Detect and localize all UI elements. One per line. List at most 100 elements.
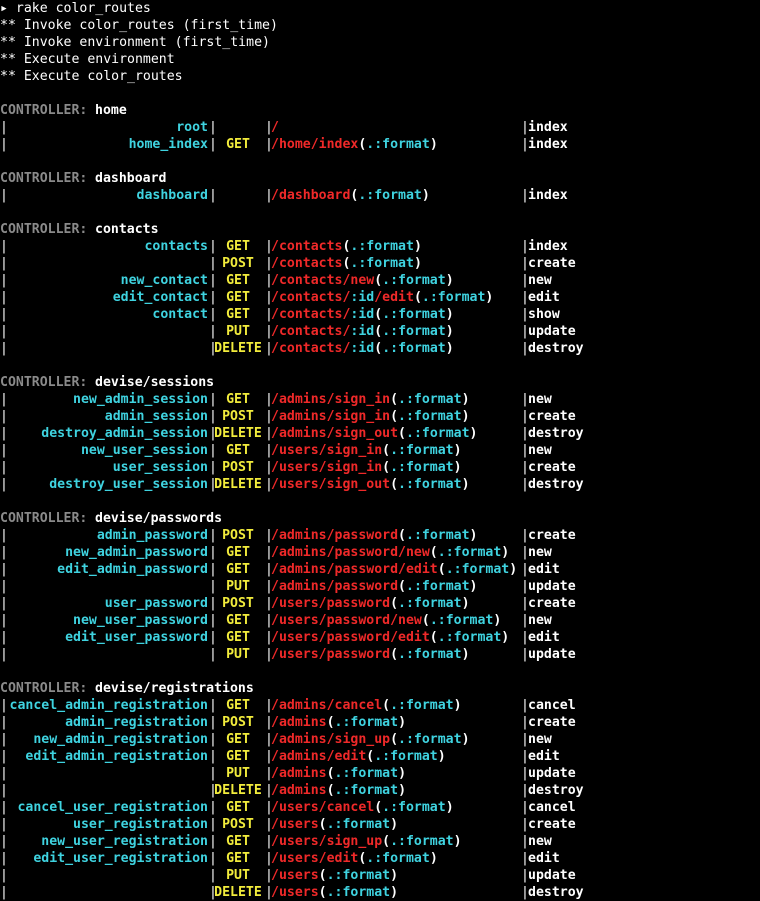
http-verb: GET — [226, 732, 250, 747]
path-segment: :id — [350, 324, 375, 339]
route-path: /contacts/:id/edit(.:format) — [271, 289, 493, 306]
route-action: cancel — [528, 698, 576, 713]
path-segment: .:format — [382, 341, 446, 356]
column-separator: | — [0, 834, 8, 849]
path-segment: ( — [326, 715, 335, 730]
http-verb: POST — [222, 256, 254, 271]
output-line: ** Invoke color_routes (first_time) — [0, 17, 760, 34]
http-verb: POST — [222, 817, 254, 832]
controller-heading: CONTROLLER: devise/registrations — [0, 680, 760, 697]
path-segment: ) — [445, 800, 454, 815]
route-path: /admins(.:format) — [271, 782, 406, 799]
route-row: | admin_session | POST |/admins/sign_in(.:fo… — [0, 408, 760, 425]
route-action: update — [528, 647, 576, 662]
route-action: create — [528, 715, 576, 730]
route-action: new — [528, 392, 552, 407]
route-action: create — [528, 409, 576, 424]
route-name: contact — [152, 307, 208, 322]
column-separator: | — [0, 443, 8, 458]
route-action: new — [528, 613, 552, 628]
path-segment: /users/edit — [271, 851, 359, 866]
http-verb: GET — [226, 834, 250, 849]
path-segment: :id — [350, 307, 375, 322]
route-path: /users/cancel(.:format) — [271, 799, 454, 816]
route-row: | admin_registration | POST |/admins(.:forma… — [0, 714, 760, 731]
path-segment: /contacts — [271, 256, 343, 271]
route-row: | edit_contact | GET |/contacts/:id/edit(.:f… — [0, 289, 760, 306]
http-verb: POST — [222, 715, 254, 730]
path-segment: /home/index — [271, 137, 359, 152]
path-segment: /users — [271, 885, 319, 900]
column-separator: | — [0, 783, 8, 798]
controller-label: CONTROLLER: — [0, 103, 88, 118]
route-path: /contacts/:id(.:format) — [271, 323, 454, 340]
path-segment: ) — [469, 579, 478, 594]
route-action: update — [528, 579, 576, 594]
path-segment: ( — [398, 579, 406, 594]
controller-heading: CONTROLLER: contacts — [0, 221, 760, 238]
column-separator: | — [0, 460, 8, 475]
route-path: /admins/sign_up(.:format) — [271, 731, 470, 748]
route-name: admin_password — [96, 528, 208, 543]
path-segment: ) — [509, 562, 518, 577]
column-separator: | — [0, 392, 8, 407]
path-segment: .:format — [326, 885, 391, 900]
path-segment: .:format — [398, 732, 462, 747]
path-segment: ) — [445, 341, 454, 356]
path-segment: /users/password — [271, 596, 391, 611]
path-segment: ( — [318, 817, 327, 832]
route-row: | new_user_session | GET |/users/sign_in(.:f… — [0, 442, 760, 459]
path-segment: /contacts — [271, 239, 343, 254]
route-row: | destroy_user_session | DELETE |/users/sign… — [0, 476, 760, 493]
route-row: | new_admin_password | GET |/admins/password… — [0, 544, 760, 561]
path-segment: /admins/edit — [271, 749, 367, 764]
route-action: show — [528, 307, 560, 322]
path-segment: :id — [350, 290, 375, 305]
route-action: destroy — [528, 426, 584, 441]
path-segment: ( — [398, 528, 406, 543]
path-segment: /contacts/ — [271, 324, 351, 339]
path-segment: ) — [445, 307, 454, 322]
http-verb: GET — [226, 290, 250, 305]
column-separator: | — [0, 137, 8, 152]
column-separator: | — [0, 749, 8, 764]
route-row: | root | | / | index — [0, 119, 760, 136]
column-separator: | — [0, 120, 8, 135]
path-segment: /users/sign_out — [271, 477, 391, 492]
column-separator: | — [0, 613, 8, 628]
route-path: /admins/sign_in(.:format) — [271, 391, 470, 408]
path-segment: .:format — [366, 137, 430, 152]
route-path: /contacts/:id(.:format) — [271, 306, 454, 323]
http-verb: GET — [226, 392, 250, 407]
route-row: | edit_admin_registration | GET |/admins/edi… — [0, 748, 760, 765]
route-row: | new_admin_session | GET |/admins/sign_in(.… — [0, 391, 760, 408]
route-action: new — [528, 732, 552, 747]
route-name: new_admin_session — [73, 392, 208, 407]
route-path: /users/password(.:format) — [271, 646, 470, 663]
column-separator: | — [0, 647, 8, 662]
http-verb: DELETE — [214, 477, 262, 492]
path-segment: .:format — [350, 239, 414, 254]
path-segment: .:format — [398, 647, 462, 662]
column-separator: | — [0, 562, 8, 577]
path-segment: :id — [350, 341, 375, 356]
path-segment: .:format — [406, 426, 470, 441]
http-verb: POST — [222, 460, 254, 475]
route-action: create — [528, 528, 576, 543]
controller-name: devise/passwords — [95, 511, 223, 526]
route-name: user_session — [112, 460, 208, 475]
route-row: | edit_user_password | GET |/users/password/… — [0, 629, 760, 646]
path-segment: /admins/password — [271, 528, 399, 543]
route-path: /users/sign_up(.:format) — [271, 833, 462, 850]
route-row: | | POST |/contacts(.:format) | create — [0, 255, 760, 272]
http-verb: POST — [222, 528, 254, 543]
path-segment: ) — [501, 630, 510, 645]
path-segment: ) — [461, 732, 470, 747]
http-verb: DELETE — [214, 426, 262, 441]
path-segment: ) — [461, 477, 470, 492]
output-line: ** Execute environment — [0, 51, 760, 68]
path-segment: /users — [271, 868, 319, 883]
route-row: | edit_admin_password | GET |/admins/passwor… — [0, 561, 760, 578]
route-action: destroy — [528, 885, 584, 900]
